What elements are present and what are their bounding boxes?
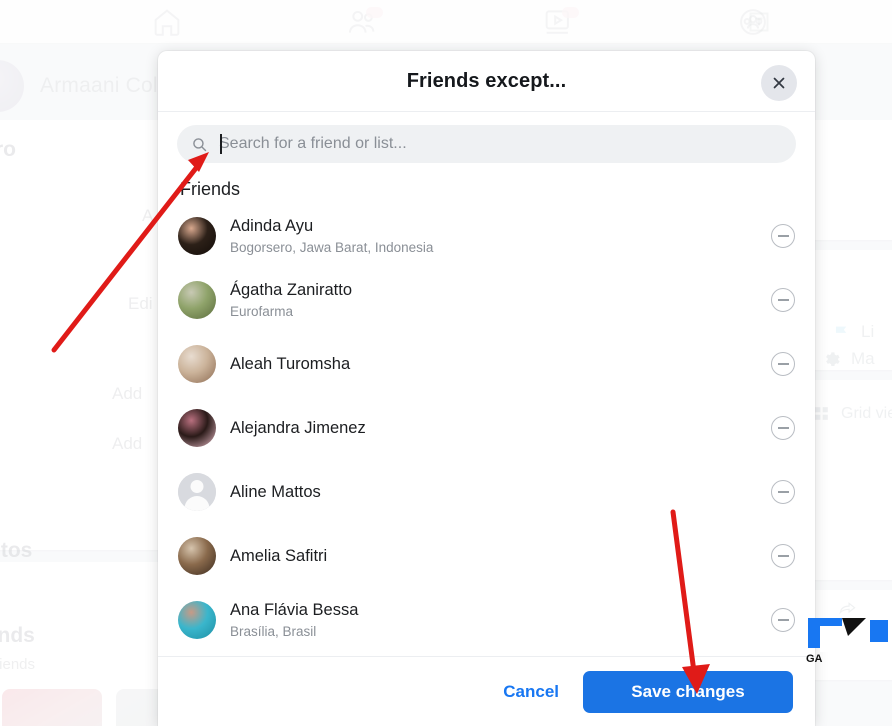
friends-except-dialog: Friends except... Friends Adinda Ayu Bogo… <box>158 51 815 726</box>
friend-text: Ana Flávia Bessa Brasília, Brasil <box>230 600 763 641</box>
friend-text: Adinda Ayu Bogorsero, Jawa Barat, Indones… <box>230 216 763 257</box>
minus-circle-icon[interactable] <box>771 352 795 376</box>
friend-row[interactable]: Alejandra Jimenez <box>166 396 807 460</box>
friend-name: Ágatha Zaniratto <box>230 280 352 299</box>
close-icon[interactable] <box>761 65 797 101</box>
friend-name: Aline Mattos <box>230 482 321 501</box>
friend-subtitle: Brasília, Brasil <box>230 623 317 639</box>
minus-circle-icon[interactable] <box>771 224 795 248</box>
friend-text: Aline Mattos <box>230 482 763 503</box>
minus-circle-icon[interactable] <box>771 288 795 312</box>
friend-name: Alejandra Jimenez <box>230 418 366 437</box>
friend-row[interactable]: Ágatha Zaniratto Eurofarma <box>166 268 807 332</box>
minus-bar <box>777 555 789 557</box>
friend-name: Adinda Ayu <box>230 216 314 235</box>
dialog-title: Friends except... <box>406 69 567 92</box>
minus-bar <box>777 491 789 493</box>
search-bar[interactable] <box>177 125 796 163</box>
dialog-header: Friends except... <box>158 51 815 112</box>
friend-row[interactable]: Aleah Turomsha <box>166 332 807 396</box>
friend-row[interactable]: Amelia Safitri <box>166 524 807 588</box>
friends-list: Adinda Ayu Bogorsero, Jawa Barat, Indones… <box>158 204 815 652</box>
avatar <box>178 601 216 639</box>
friend-subtitle: Eurofarma <box>230 303 294 319</box>
minus-bar <box>777 427 789 429</box>
avatar <box>178 537 216 575</box>
minus-bar <box>777 363 789 365</box>
text-cursor <box>220 134 222 154</box>
cancel-button[interactable]: Cancel <box>485 673 577 711</box>
dialog-body: Friends Adinda Ayu Bogorsero, Jawa Barat,… <box>158 112 815 656</box>
screenshot-root: Armaani Col tro A Edi Add Add otos iends… <box>0 0 892 726</box>
friend-name: Amelia Safitri <box>230 546 328 565</box>
avatar-placeholder-icon <box>178 473 216 511</box>
search-input[interactable] <box>219 135 782 153</box>
search-icon <box>191 136 208 153</box>
minus-bar <box>777 299 789 301</box>
friend-text: Alejandra Jimenez <box>230 418 763 439</box>
minus-circle-icon[interactable] <box>771 608 795 632</box>
dialog-footer: Cancel Save changes <box>158 656 815 726</box>
minus-bar <box>777 619 789 621</box>
friends-section-title: Friends <box>180 179 241 199</box>
friend-text: Amelia Safitri <box>230 546 763 567</box>
avatar <box>178 345 216 383</box>
minus-circle-icon[interactable] <box>771 416 795 440</box>
minus-circle-icon[interactable] <box>771 544 795 568</box>
avatar <box>178 473 216 511</box>
friend-subtitle: Bogorsero, Jawa Barat, Indonesia <box>230 239 434 255</box>
avatar <box>178 281 216 319</box>
save-changes-button[interactable]: Save changes <box>583 670 793 713</box>
friend-name: Aleah Turomsha <box>230 354 351 373</box>
friend-text: Ágatha Zaniratto Eurofarma <box>230 280 763 321</box>
avatar <box>178 409 216 447</box>
avatar <box>178 217 216 255</box>
minus-bar <box>777 235 789 237</box>
friend-name: Ana Flávia Bessa <box>230 600 359 619</box>
friend-row[interactable]: Ana Flávia Bessa Brasília, Brasil <box>166 588 807 652</box>
friend-text: Aleah Turomsha <box>230 354 763 375</box>
friend-row[interactable]: Adinda Ayu Bogorsero, Jawa Barat, Indones… <box>166 204 807 268</box>
friend-row[interactable]: Aline Mattos <box>166 460 807 524</box>
minus-circle-icon[interactable] <box>771 480 795 504</box>
